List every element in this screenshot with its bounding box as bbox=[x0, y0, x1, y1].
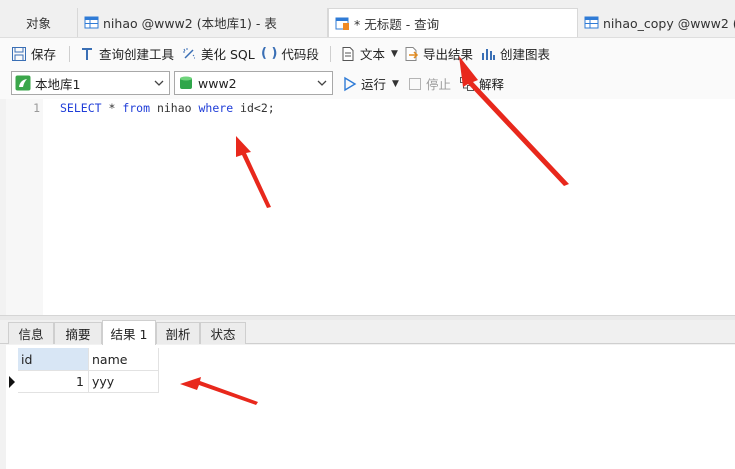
tab-label: nihao_copy @www2 (本 bbox=[603, 16, 735, 31]
stop-icon bbox=[409, 77, 421, 90]
save-button[interactable]: 保存 bbox=[11, 38, 56, 69]
connection-toolbar: 本地库1 www2 运行 ▼ 停止 解释 bbox=[0, 68, 735, 99]
line-number-gutter: 1 bbox=[6, 99, 43, 315]
tab-label: * 无标题 - 查询 bbox=[354, 16, 440, 32]
code-snippet-icon: ( ) bbox=[261, 46, 278, 61]
chevron-down-icon bbox=[317, 80, 327, 86]
export-result-button[interactable]: 导出结果 bbox=[403, 38, 473, 69]
line-number: 1 bbox=[33, 101, 40, 115]
text-button[interactable]: 文本 ▼ bbox=[340, 38, 398, 69]
chevron-down-icon[interactable]: ▼ bbox=[392, 79, 399, 89]
tab-status[interactable]: 状态 bbox=[200, 322, 246, 344]
result-grid[interactable]: id name 1 yyy bbox=[6, 345, 735, 469]
sql-condition: id<2; bbox=[233, 101, 275, 115]
tab-table-nihao-copy[interactable]: nihao_copy @www2 (本 bbox=[578, 8, 735, 37]
tab-summary[interactable]: 摘要 bbox=[54, 322, 102, 344]
sql-code-line[interactable]: SELECT * from nihao where id<2; bbox=[60, 101, 275, 115]
stop-button[interactable]: 停止 bbox=[408, 68, 451, 99]
query-builder-icon bbox=[82, 47, 92, 60]
magic-wand-icon bbox=[183, 47, 195, 59]
sql-editor[interactable]: 1 SELECT * from nihao where id<2; bbox=[6, 99, 735, 315]
tab-objects[interactable]: 对象 bbox=[0, 8, 78, 37]
create-chart-button[interactable]: 创建图表 bbox=[480, 38, 550, 69]
database-select[interactable]: www2 bbox=[174, 71, 333, 95]
query-icon bbox=[335, 17, 349, 30]
column-header-name[interactable]: name bbox=[89, 348, 159, 371]
table-cell-id[interactable]: 1 bbox=[18, 371, 89, 393]
database-icon bbox=[180, 76, 192, 89]
tab-profile[interactable]: 剖析 bbox=[156, 322, 200, 344]
sql-keyword-from: from bbox=[122, 101, 151, 115]
chevron-down-icon[interactable]: ▼ bbox=[391, 49, 398, 59]
connection-select[interactable]: 本地库1 bbox=[11, 71, 170, 95]
result-tab-bar: 信息 摘要 结果 1 剖析 状态 bbox=[0, 320, 735, 345]
connection-icon bbox=[15, 75, 31, 91]
document-tab-bar: 对象 nihao @www2 (本地库1) - 表 * 无标题 - 查询 nih… bbox=[0, 0, 735, 37]
save-icon bbox=[12, 46, 26, 61]
chevron-down-icon bbox=[154, 80, 164, 86]
code-snippet-button[interactable]: ( ) 代码段 bbox=[261, 38, 319, 69]
explain-icon bbox=[460, 76, 474, 91]
tab-result-1[interactable]: 结果 1 bbox=[102, 320, 156, 345]
export-icon bbox=[405, 46, 419, 61]
query-builder-button[interactable]: 查询创建工具 bbox=[79, 38, 174, 69]
tab-label: nihao @www2 (本地库1) - 表 bbox=[103, 16, 277, 31]
toolbar-divider bbox=[330, 46, 331, 62]
sql-star: * bbox=[101, 101, 123, 115]
tab-untitled-query[interactable]: * 无标题 - 查询 bbox=[328, 8, 578, 37]
document-icon bbox=[342, 46, 354, 61]
sql-table-name: nihao bbox=[150, 101, 199, 115]
query-toolbar: 保存 查询创建工具 美化 SQL ( ) 代码段 文本 ▼ 导出结果 创建图表 bbox=[0, 37, 735, 68]
tab-table-nihao[interactable]: nihao @www2 (本地库1) - 表 bbox=[78, 8, 328, 37]
tab-info[interactable]: 信息 bbox=[8, 322, 54, 344]
play-icon bbox=[344, 76, 357, 91]
table-icon bbox=[584, 16, 599, 29]
column-header-id[interactable]: id bbox=[18, 348, 89, 371]
explain-button[interactable]: 解释 bbox=[459, 68, 504, 99]
bar-chart-icon bbox=[482, 48, 495, 60]
tab-label: 对象 bbox=[25, 16, 51, 31]
beautify-sql-button[interactable]: 美化 SQL bbox=[181, 38, 255, 69]
table-cell-name[interactable]: yyy bbox=[89, 371, 159, 393]
current-row-indicator-icon bbox=[9, 376, 15, 388]
toolbar-divider bbox=[69, 46, 70, 62]
sql-keyword-select: SELECT bbox=[60, 101, 102, 115]
table-icon bbox=[84, 16, 99, 29]
run-button[interactable]: 运行 ▼ bbox=[343, 68, 399, 99]
sql-keyword-where: where bbox=[198, 101, 234, 115]
